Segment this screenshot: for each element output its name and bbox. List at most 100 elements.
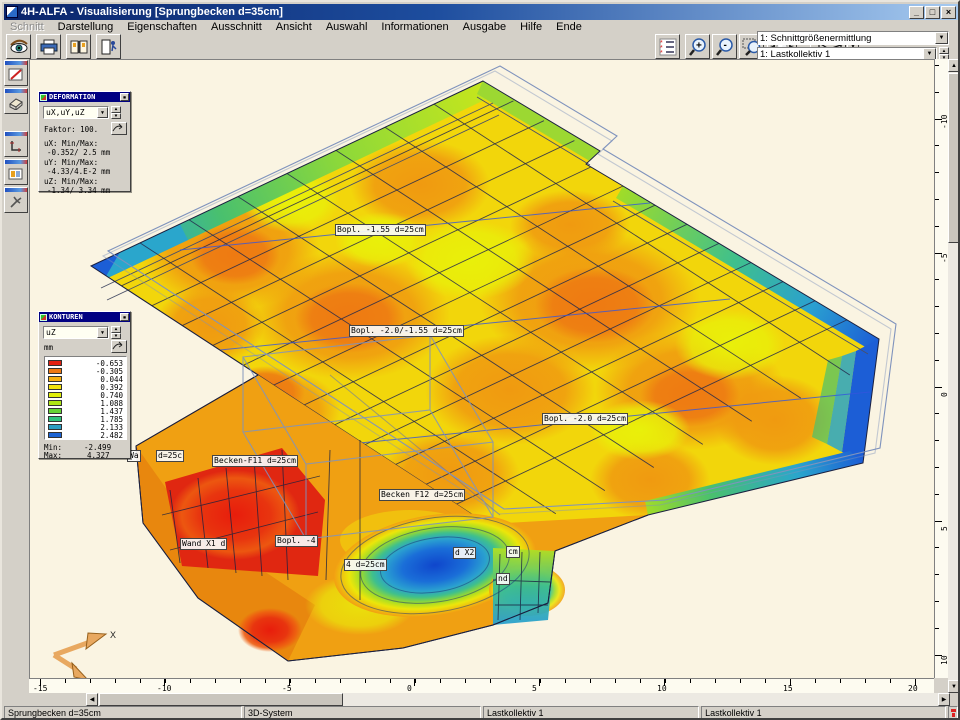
ruler-tick	[115, 679, 116, 683]
eye-icon	[9, 39, 29, 55]
ruler-tick	[935, 628, 939, 629]
analysis-combobox[interactable]: 1: Schnittgrößenermittlung ▼	[757, 31, 949, 45]
menu-item-auswahl[interactable]: Auswahl	[320, 21, 376, 33]
minimize-button[interactable]: _	[909, 6, 924, 19]
vertical-scrollbar[interactable]: ▲ ▼	[948, 59, 960, 693]
image-toolbox-button[interactable]	[4, 159, 28, 185]
chevron-down-icon[interactable]: ▼	[935, 32, 948, 44]
zoom-in-icon: +	[688, 37, 708, 57]
ruler-tick	[90, 679, 91, 683]
fork-tool-icon	[8, 195, 24, 209]
menu-item-ende[interactable]: Ende	[550, 21, 590, 33]
stat-label: uZ: Min/Max:	[44, 177, 98, 186]
legend-swatch	[48, 432, 62, 438]
status-system: 3D-System	[244, 706, 481, 719]
view-button[interactable]	[6, 34, 31, 59]
print-button[interactable]	[36, 34, 61, 59]
deformation-panel-titlebar[interactable]: DEFORMATION ▪	[39, 92, 130, 102]
legend-swatch	[48, 392, 62, 398]
refresh-button[interactable]	[111, 340, 127, 353]
window-title: 4H-ALFA - Visualisierung [Sprungbecken d…	[21, 6, 283, 18]
konturen-panel[interactable]: KONTUREN ▪ uZ ▼ ▲ ▼ mm -0.653-0.3050.044…	[38, 311, 131, 459]
analysis-combobox-value: 1: Schnittgrößenermittlung	[760, 33, 871, 44]
ruler-tick	[935, 306, 939, 307]
status-bar: Sprungbecken d=35cm 3D-System Lastkollek…	[4, 706, 958, 719]
ruler-tick	[140, 679, 141, 683]
zoom-out-button[interactable]: -	[712, 34, 737, 59]
zoom-in-button[interactable]: +	[685, 34, 710, 59]
spinner-down-icon[interactable]: ▼	[111, 113, 121, 120]
konturen-spinner[interactable]: ▲ ▼	[111, 326, 121, 339]
ruler-tick	[935, 413, 939, 414]
apply-button[interactable]	[111, 122, 127, 135]
model-annotation: Bopl. -2.0 d=25cm	[542, 413, 628, 425]
pencil-chart-icon	[8, 68, 24, 82]
menu-item-ausschnitt[interactable]: Ausschnitt	[205, 21, 270, 33]
exit-button[interactable]	[96, 34, 121, 59]
ruler-tick	[190, 679, 191, 683]
panel-close-icon[interactable]: ▪	[120, 93, 129, 101]
vertical-scroll-thumb[interactable]	[948, 73, 960, 243]
ruler-tick	[935, 467, 939, 468]
menu-item-eigenschaften[interactable]: Eigenschaften	[121, 21, 205, 33]
ruler-tick	[240, 679, 241, 683]
ruler-tick	[690, 679, 691, 683]
app-window: 4H-ALFA - Visualisierung [Sprungbecken d…	[0, 0, 960, 720]
konturen-panel-titlebar[interactable]: KONTUREN ▪	[39, 312, 130, 322]
menu-item-informationen[interactable]: Informationen	[375, 21, 456, 33]
dimension-toolbox-button[interactable]	[4, 131, 28, 157]
panel-close-icon[interactable]: ▪	[120, 313, 129, 321]
status-loadcase-2: Lastkollektiv 1	[701, 706, 946, 719]
horizontal-scrollbar[interactable]: ◀ ▶	[86, 693, 950, 706]
ruler-tick	[515, 679, 516, 683]
ruler-right: -10-50510	[934, 59, 948, 678]
ruler-bottom: -15-10-505101520	[29, 678, 934, 693]
model-annotation: Becken F12 d=25cm	[379, 489, 465, 501]
stat-label: uY: Min/Max:	[44, 158, 98, 167]
legend-row: 2.482	[48, 431, 123, 439]
draw-toolbox-button[interactable]	[4, 60, 28, 86]
ruler-tick	[640, 679, 641, 683]
ruler-tick	[415, 679, 416, 683]
horizontal-scroll-thumb[interactable]	[99, 693, 343, 706]
chevron-down-icon[interactable]: ▼	[97, 327, 108, 338]
spinner-down-icon[interactable]: ▼	[111, 333, 121, 340]
scroll-up-icon[interactable]: ▲	[948, 59, 960, 72]
viewport-3d[interactable]: X Y Bopl. -1.55 d=25cmBopl. -2.0/-1.55 d…	[29, 59, 934, 678]
spinner-up-icon[interactable]: ▲	[939, 47, 949, 54]
deformation-combobox[interactable]: uX,uY,uZ ▼	[43, 106, 109, 119]
chevron-down-icon[interactable]: ▼	[97, 107, 108, 118]
konturen-unit: mm	[44, 343, 53, 352]
model-annotation: Wand X1 d	[180, 538, 227, 550]
menu-item-hilfe[interactable]: Hilfe	[514, 21, 550, 33]
ruler-label: 0	[407, 684, 412, 693]
close-button[interactable]: ×	[941, 6, 956, 19]
menu-item-ausgabe[interactable]: Ausgabe	[457, 21, 514, 33]
maximize-button[interactable]: □	[925, 6, 940, 19]
title-bar[interactable]: 4H-ALFA - Visualisierung [Sprungbecken d…	[4, 4, 958, 20]
model-annotation: d=25c	[156, 450, 184, 462]
deformation-spinner[interactable]: ▲ ▼	[111, 106, 121, 119]
menu-item-ansicht[interactable]: Ansicht	[270, 21, 320, 33]
deformation-panel[interactable]: DEFORMATION ▪ uX,uY,uZ ▼ ▲ ▼ Faktor: 100…	[38, 91, 131, 192]
ruler-tick	[935, 333, 939, 334]
scroll-right-icon[interactable]: ▶	[938, 693, 950, 706]
system-toolbox-button[interactable]	[4, 88, 28, 114]
model-annotation: d X2	[453, 547, 476, 559]
scroll-left-icon[interactable]: ◀	[86, 693, 98, 706]
zoom-out-icon: -	[715, 37, 735, 57]
image-icon	[8, 167, 24, 181]
ruler-tick	[865, 679, 866, 683]
scroll-down-icon[interactable]: ▼	[948, 680, 960, 693]
legend-swatch	[48, 384, 62, 390]
ruler-tick	[490, 679, 491, 683]
manual-button[interactable]	[66, 34, 91, 59]
ruler-tick	[815, 679, 816, 683]
display-options-button[interactable]: * * *	[655, 34, 680, 59]
tools-toolbox-button[interactable]	[4, 187, 28, 213]
deformation-panel-title: DEFORMATION	[49, 93, 95, 101]
ruler-tick	[935, 172, 939, 173]
ruler-tick	[935, 440, 939, 441]
menu-item-darstellung[interactable]: Darstellung	[52, 21, 122, 33]
konturen-combobox[interactable]: uZ ▼	[43, 326, 109, 339]
